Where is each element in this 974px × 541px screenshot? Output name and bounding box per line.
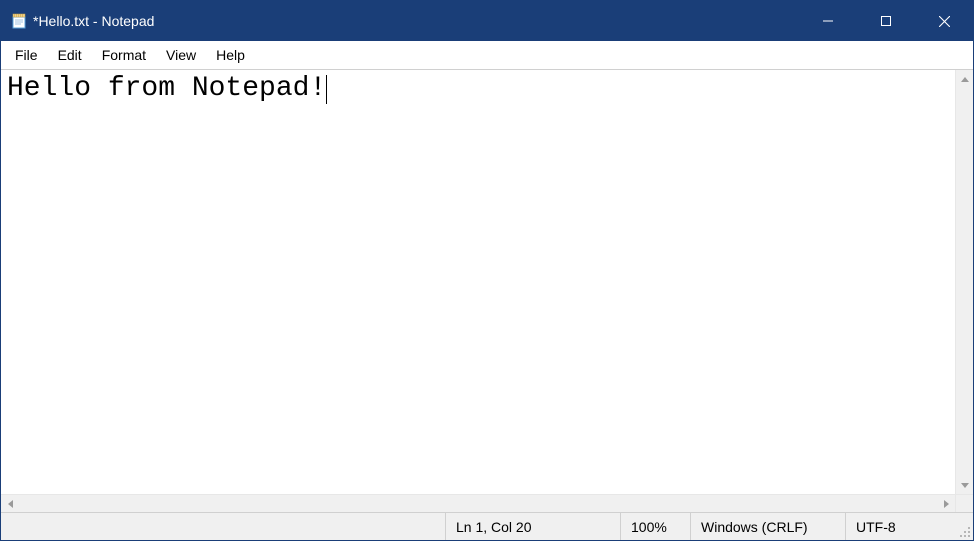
titlebar-controls [799,1,973,41]
scroll-down-icon[interactable] [956,476,973,494]
notepad-window: *Hello.txt - Notepad File Edit Format Vi… [0,0,974,541]
menubar: File Edit Format View Help [1,41,973,69]
scroll-right-icon[interactable] [937,495,955,513]
status-position: Ln 1, Col 20 [445,513,620,540]
menu-file[interactable]: File [5,43,48,67]
status-encoding: UTF-8 [845,513,955,540]
status-spacer [1,513,445,540]
text-caret [326,75,327,104]
statusbar: Ln 1, Col 20 100% Windows (CRLF) UTF-8 [1,512,973,540]
scrollbar-corner [955,495,973,513]
maximize-button[interactable] [857,1,915,41]
minimize-button[interactable] [799,1,857,41]
menu-view[interactable]: View [156,43,206,67]
menu-help[interactable]: Help [206,43,255,67]
horizontal-scrollbar[interactable] [1,494,973,512]
editor-area: Hello from Notepad! [1,69,973,512]
close-button[interactable] [915,1,973,41]
status-line-ending: Windows (CRLF) [690,513,845,540]
scroll-up-icon[interactable] [956,70,973,88]
scroll-left-icon[interactable] [1,495,19,513]
vertical-scrollbar[interactable] [955,70,973,494]
menu-edit[interactable]: Edit [48,43,92,67]
menu-format[interactable]: Format [92,43,156,67]
titlebar[interactable]: *Hello.txt - Notepad [1,1,973,41]
status-zoom: 100% [620,513,690,540]
window-title: *Hello.txt - Notepad [33,13,154,29]
text-editor[interactable]: Hello from Notepad! [1,70,955,494]
editor-content: Hello from Notepad! [7,73,326,104]
notepad-icon [11,13,27,29]
resize-grip[interactable] [955,513,973,540]
